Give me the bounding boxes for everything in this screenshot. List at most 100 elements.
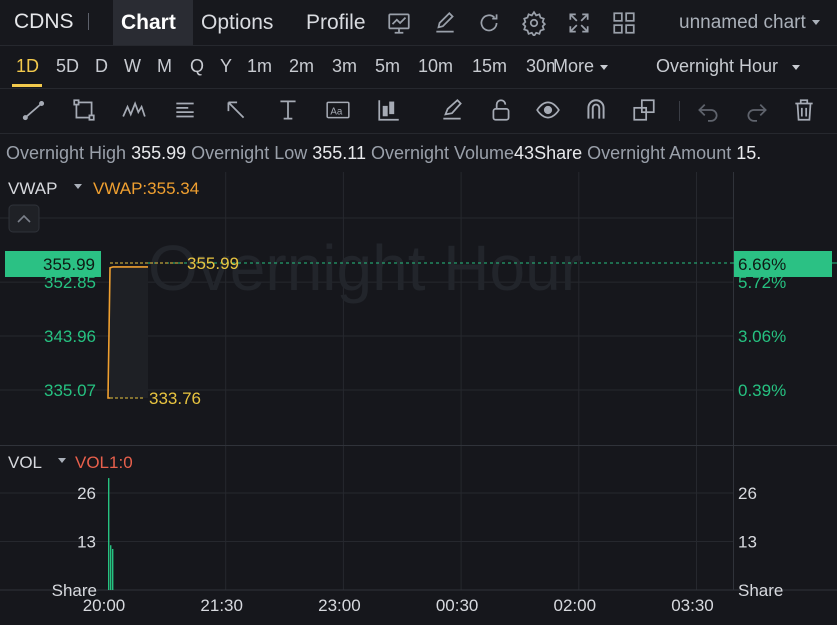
period-d[interactable]: D bbox=[95, 56, 108, 77]
svg-text:Aa: Aa bbox=[330, 106, 343, 117]
period-15m[interactable]: 15m bbox=[472, 56, 507, 77]
time-tick-label: 00:30 bbox=[436, 596, 479, 615]
brush-icon[interactable] bbox=[439, 97, 465, 123]
active-period-underline bbox=[12, 84, 42, 87]
low-marker-label: 333.76 bbox=[149, 389, 201, 408]
current-price-value: 355.99 bbox=[43, 255, 95, 274]
time-tick-label: 21:30 bbox=[200, 596, 243, 615]
chevron-down-icon bbox=[811, 20, 820, 26]
redo-icon[interactable] bbox=[744, 97, 770, 123]
chart-name-dropdown[interactable]: unnamed chart bbox=[679, 12, 820, 34]
caret-down-icon bbox=[58, 458, 66, 463]
ticker-symbol[interactable]: CDNS bbox=[14, 10, 74, 34]
vwap-indicator-label[interactable]: VWAP bbox=[8, 179, 57, 198]
tab-chart[interactable]: Chart bbox=[113, 0, 193, 45]
eye-icon[interactable] bbox=[535, 97, 561, 123]
overnight-high-label: Overnight High bbox=[6, 143, 127, 163]
period-3m[interactable]: 3m bbox=[332, 56, 357, 77]
period-y[interactable]: Y bbox=[220, 56, 232, 77]
percent-axis-right: 5.72%3.06%0.39% bbox=[738, 273, 786, 400]
more-periods-dropdown[interactable]: More bbox=[553, 56, 609, 77]
top-bar: CDNS Chart Options Profile unnamed chart bbox=[0, 0, 837, 46]
period-m[interactable]: M bbox=[157, 56, 172, 77]
overnight-volume-value: 43Share bbox=[514, 143, 583, 163]
session-label: Overnight Hour bbox=[656, 56, 779, 76]
price-chart[interactable]: Overnight Hour VWAP VWAP:355.34 355.99 3… bbox=[0, 172, 837, 625]
overnight-high-value: 355.99 bbox=[131, 143, 187, 163]
lock-icon[interactable] bbox=[488, 97, 514, 123]
price-tick-label: 335.07 bbox=[44, 381, 96, 400]
volume-tick-label: 26 bbox=[738, 484, 757, 503]
divider bbox=[88, 13, 89, 30]
volume-bar bbox=[108, 478, 110, 590]
percent-tick-label: 3.06% bbox=[738, 327, 786, 346]
tab-options[interactable]: Options bbox=[193, 0, 281, 45]
caret-down-icon bbox=[74, 184, 82, 189]
current-pct-value: 6.66% bbox=[738, 255, 786, 274]
vwap-value-label: VWAP:355.34 bbox=[93, 179, 199, 198]
percent-tick-label: 0.39% bbox=[738, 381, 786, 400]
time-tick-label: 03:30 bbox=[671, 596, 714, 615]
vol-indicator-label[interactable]: VOL bbox=[8, 453, 42, 472]
chart-name-label: unnamed chart bbox=[679, 12, 806, 33]
period-5m[interactable]: 5m bbox=[375, 56, 400, 77]
period-q[interactable]: Q bbox=[190, 56, 204, 77]
pattern-icon[interactable] bbox=[121, 97, 147, 123]
layout-grid-icon[interactable] bbox=[611, 10, 637, 36]
collapse-pane-button[interactable] bbox=[8, 204, 40, 233]
volume-bar bbox=[112, 548, 114, 590]
edit-icon[interactable] bbox=[432, 10, 458, 36]
period-30m[interactable]: 30m bbox=[526, 56, 554, 77]
price-area-shade bbox=[110, 266, 148, 398]
time-tick-label: 02:00 bbox=[554, 596, 597, 615]
fib-icon[interactable] bbox=[172, 97, 198, 123]
fullscreen-icon[interactable] bbox=[566, 10, 592, 36]
chart-window-icon[interactable] bbox=[386, 10, 412, 36]
high-marker-label: 355.99 bbox=[187, 254, 239, 273]
arrow-icon[interactable] bbox=[223, 97, 249, 123]
overnight-amount-label: Overnight Amount bbox=[587, 143, 732, 163]
volume-bars bbox=[108, 478, 114, 590]
magnet-icon[interactable] bbox=[583, 97, 609, 123]
period-w[interactable]: W bbox=[124, 56, 141, 77]
refresh-icon[interactable] bbox=[476, 10, 502, 36]
rectangle-icon[interactable] bbox=[71, 97, 97, 123]
vol-unit-right: Share bbox=[738, 581, 783, 600]
period-1m[interactable]: 1m bbox=[247, 56, 272, 77]
settings-icon[interactable] bbox=[521, 10, 547, 36]
more-label: More bbox=[553, 56, 595, 76]
volume-bar bbox=[110, 545, 112, 590]
chevron-down-icon bbox=[600, 64, 609, 70]
tab-profile[interactable]: Profile bbox=[298, 0, 374, 45]
session-dropdown[interactable]: Overnight Hour bbox=[656, 56, 801, 77]
period-2m[interactable]: 2m bbox=[289, 56, 314, 77]
price-tick-label: 343.96 bbox=[44, 327, 96, 346]
period-bar: 1D 5D D W M Q Y 1m 2m 3m 5m 10m 15m 30m … bbox=[0, 46, 837, 89]
period-10m[interactable]: 10m bbox=[418, 56, 453, 77]
text-icon[interactable]: Aa bbox=[325, 97, 351, 123]
volume-tick-label: 13 bbox=[738, 533, 757, 552]
volume-tick-label: 13 bbox=[77, 533, 96, 552]
overnight-low-value: 355.11 bbox=[312, 143, 366, 163]
period-1d[interactable]: 1D bbox=[16, 56, 39, 77]
vol-value-label: VOL1:0 bbox=[75, 453, 133, 472]
time-axis: 20:00 21:30 23:00 00:30 02:00 03:30 bbox=[83, 596, 714, 615]
undo-icon[interactable] bbox=[695, 97, 721, 123]
volume-tick-label: 26 bbox=[77, 484, 96, 503]
time-tick-label: 20:00 bbox=[83, 596, 126, 615]
layers-icon[interactable] bbox=[631, 97, 657, 123]
overnight-volume-label: Overnight Volume bbox=[370, 143, 515, 163]
drawing-toolbar: Aa bbox=[0, 89, 837, 134]
period-5d[interactable]: 5D bbox=[56, 56, 79, 77]
overnight-low-label: Overnight Low bbox=[191, 143, 308, 163]
measure-icon[interactable] bbox=[275, 97, 301, 123]
indicator-icon[interactable] bbox=[376, 97, 402, 123]
session-info-bar: Overnight High 355.99 Overnight Low 355.… bbox=[0, 134, 837, 171]
chevron-down-icon bbox=[792, 64, 801, 70]
trend-line-icon[interactable] bbox=[21, 97, 47, 123]
time-tick-label: 23:00 bbox=[318, 596, 361, 615]
divider bbox=[679, 101, 680, 121]
delete-icon[interactable] bbox=[791, 97, 817, 123]
overnight-amount-value: 15. bbox=[736, 143, 762, 163]
price-axis-left: 352.85343.96335.07 bbox=[44, 273, 96, 400]
